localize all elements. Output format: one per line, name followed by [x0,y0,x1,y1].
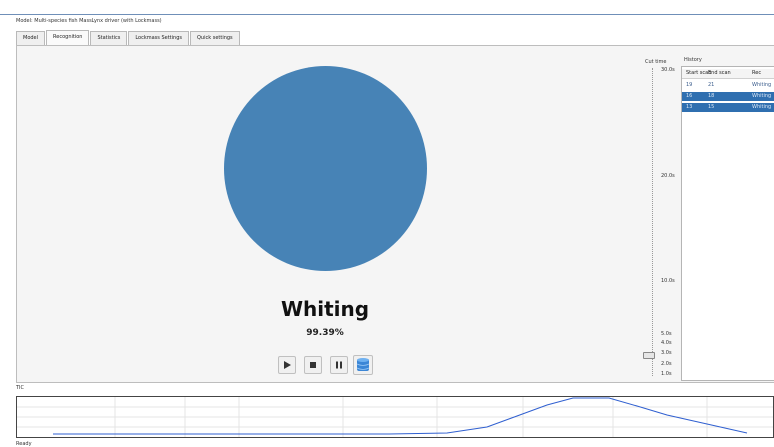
history-end-scan: 21 [708,82,715,88]
history-table: Start scan End scan Rec 19 21 Whiting 16… [681,66,774,381]
top-border [0,0,774,15]
stop-icon [310,362,316,368]
pause-icon [336,361,342,369]
status-bar-text: Ready [16,441,32,447]
tab-model[interactable]: Model [16,31,46,45]
tic-plot [17,397,773,437]
window-title: Model: Multi-species fish MassLynx drive… [16,18,162,24]
history-result: Whiting [752,93,772,99]
history-start-scan: 19 [686,82,693,88]
stop-button[interactable] [304,356,322,374]
history-result: Whiting [752,104,772,110]
column-header-rec[interactable]: Rec [752,69,761,78]
database-button[interactable] [353,355,373,375]
cut-time-tick: 3.0s [661,350,672,356]
tic-label: TIC [16,385,25,391]
confidence-score: 99.39% [306,328,344,338]
cut-time-tick: 2.0s [661,361,672,367]
tab-quick-settings[interactable]: Quick settings [189,31,240,45]
result-indicator-circle [224,66,427,271]
cut-time-tick: 5.0s [661,331,672,337]
cut-time-slider-track[interactable] [652,68,654,376]
tab-bar: Model Recognition Statistics Lockmass Se… [16,30,241,46]
tic-chart [16,396,774,438]
history-label: History [684,57,702,63]
history-end-scan: 18 [708,93,715,99]
history-row[interactable]: 16 18 Whiting [682,92,774,101]
history-start-scan: 13 [686,104,693,110]
history-row[interactable]: 19 21 Whiting [682,81,774,90]
cut-time-label: Cut time [645,59,667,65]
cut-time-tick: 10.0s [661,278,675,284]
play-icon [284,361,291,369]
database-icon [356,358,370,371]
history-end-scan: 15 [708,104,715,110]
cut-time-slider-handle[interactable] [643,352,655,359]
column-header-end-scan[interactable]: End scan [708,69,731,78]
play-button[interactable] [278,356,296,374]
history-header-row: Start scan End scan Rec [682,69,774,79]
cut-time-tick: 20.0s [661,173,675,179]
species-result: Whiting [280,297,370,321]
tic-trace [53,397,748,435]
tab-recognition[interactable]: Recognition [46,30,90,46]
history-row[interactable]: 13 15 Whiting [682,103,774,112]
cut-time-tick: 4.0s [661,340,672,346]
tab-lockmass-settings[interactable]: Lockmass Settings [128,31,189,45]
history-result: Whiting [752,82,772,88]
tab-statistics[interactable]: Statistics [90,31,128,45]
history-start-scan: 16 [686,93,693,99]
cut-time-tick: 1.0s [661,371,672,377]
pause-button[interactable] [330,356,348,374]
cut-time-tick: 30.0s [661,67,675,73]
